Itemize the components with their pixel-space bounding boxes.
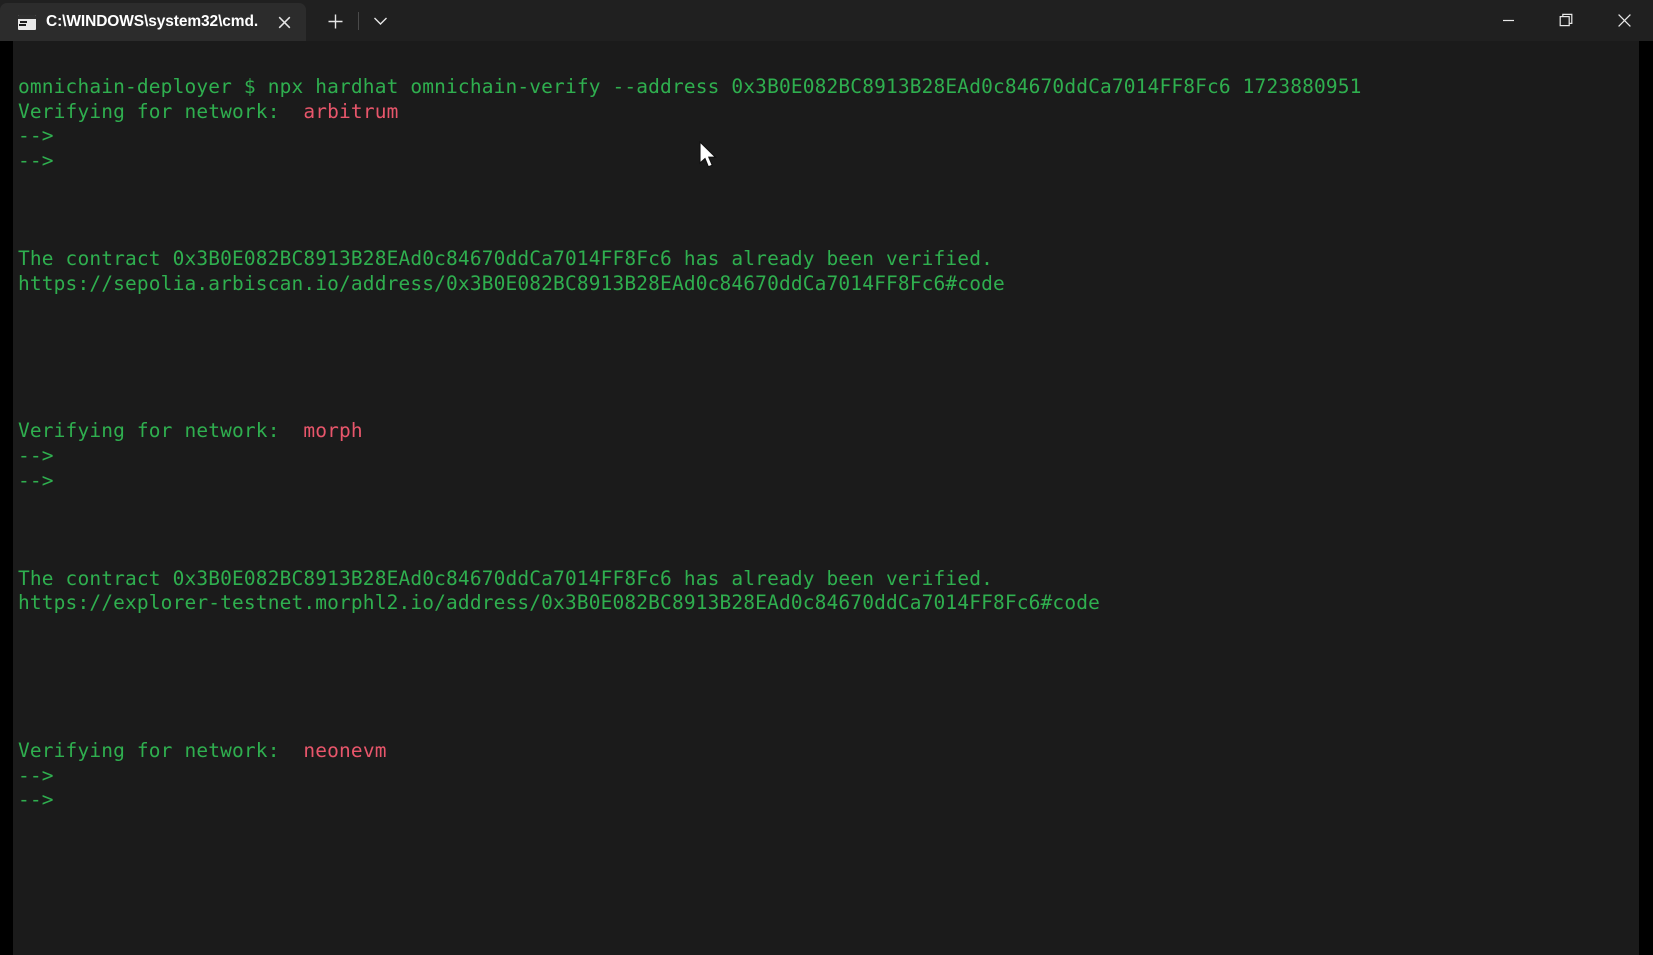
terminal-line-blank-16 [18,714,1639,739]
terminal-text-arrow-2-0: --> [18,148,54,172]
toolbar-divider [358,12,360,30]
terminal-window: C:\WINDOWS\system32\cmd. omnichain-deplo… [0,0,1653,955]
terminal-text-verify-arbitrum-0: Verifying for network: [18,99,304,123]
terminal-line-blank-14 [18,665,1639,690]
terminal-line-arrow-2: --> [18,149,1639,174]
terminal-text-verify-morph-0: Verifying for network: [18,419,304,443]
terminal-line-blank-13 [18,641,1639,666]
chevron-down-icon[interactable] [363,2,397,40]
terminal-line-arrow-5: --> [18,764,1639,789]
window-border-left [0,41,13,955]
terminal-text-arrow-3-0: --> [18,443,54,467]
terminal-text-arrow-6-0: --> [18,788,54,812]
close-tab-icon[interactable] [268,7,300,37]
terminal-line-arrow-1: --> [18,124,1639,149]
terminal-output[interactable]: omnichain-deployer $ npx hardhat omnicha… [13,41,1639,955]
terminal-line-morph-verified: The contract 0x3B0E082BC8913B28EAd0c8467… [18,567,1639,592]
terminal-text-arbitrum-verified-0: The contract 0x3B0E082BC8913B28EAd0c8467… [18,247,993,271]
terminal-line-blank-3 [18,223,1639,248]
terminal-line-blank-12 [18,616,1639,641]
window-controls [1479,0,1653,41]
terminal-line-blank-2 [18,198,1639,223]
terminal-line-blank-6 [18,346,1639,371]
terminal-text-verify-arbitrum-1: arbitrum [303,99,399,123]
terminal-line-blank-4 [18,296,1639,321]
terminal-line-prompt-command: omnichain-deployer $ npx hardhat omnicha… [18,75,1639,100]
titlebar-drag-region[interactable] [397,0,1479,41]
terminal-text-prompt-command-0: omnichain-deployer $ npx hardhat omnicha… [18,75,1362,98]
terminal-line-blank-11 [18,542,1639,567]
terminal-text-morph-verified-0: The contract 0x3B0E082BC8913B28EAd0c8467… [18,566,993,590]
terminal-line-blank-9 [18,493,1639,518]
terminal-line-arrow-3: --> [18,444,1639,469]
tab-title: C:\WINDOWS\system32\cmd. [46,13,259,30]
terminal-line-blank-7 [18,370,1639,395]
terminal-line-blank-1 [18,173,1639,198]
terminal-text-morph-url-0: https://explorer-testnet.morphl2.io/addr… [18,591,1100,615]
terminal-line-blank-15 [18,690,1639,715]
terminal-line-arbitrum-verified: The contract 0x3B0E082BC8913B28EAd0c8467… [18,247,1639,272]
terminal-text-verify-neonevm-0: Verifying for network: [18,739,304,763]
restore-button[interactable] [1537,0,1595,41]
terminal-text-arrow-5-0: --> [18,763,54,787]
terminal-line-blank-8 [18,395,1639,420]
terminal-line-verify-arbitrum: Verifying for network: arbitrum [18,100,1639,125]
terminal-line-verify-neonevm: Verifying for network: neonevm [18,739,1639,764]
new-tab-button[interactable] [316,2,354,40]
window-border-right [1639,41,1653,955]
terminal-text-arbitrum-url-0: https://sepolia.arbiscan.io/address/0x3B… [18,271,1005,295]
terminal-line-blank-10 [18,518,1639,543]
terminal-line-arrow-4: --> [18,469,1639,494]
terminal-line-arrow-6: --> [18,788,1639,813]
console-icon [18,14,36,30]
terminal-text-arrow-4-0: --> [18,468,54,492]
titlebar[interactable]: C:\WINDOWS\system32\cmd. [0,0,1653,41]
terminal-line-morph-url: https://explorer-testnet.morphl2.io/addr… [18,591,1639,616]
tabstrip: C:\WINDOWS\system32\cmd. [0,0,397,41]
tab-cmd[interactable]: C:\WINDOWS\system32\cmd. [0,3,307,41]
terminal-line-arbitrum-url: https://sepolia.arbiscan.io/address/0x3B… [18,272,1639,297]
window-body: omnichain-deployer $ npx hardhat omnicha… [0,41,1653,955]
terminal-text-arrow-1-0: --> [18,124,54,148]
minimize-button[interactable] [1479,0,1537,41]
terminal-text-verify-neonevm-1: neonevm [303,739,387,763]
terminal-text-verify-morph-1: morph [303,419,363,443]
close-button[interactable] [1595,0,1653,41]
terminal-line-verify-morph: Verifying for network: morph [18,419,1639,444]
terminal-line-blank-5 [18,321,1639,346]
